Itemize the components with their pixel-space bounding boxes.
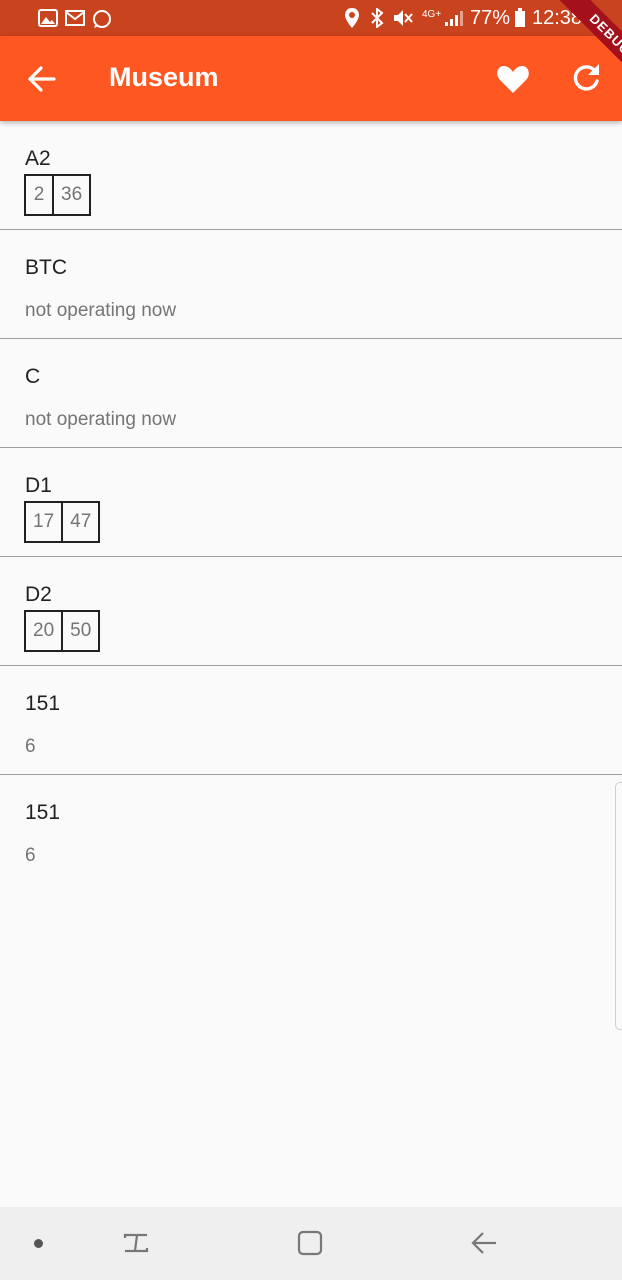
gmail-icon [65,10,85,26]
departure-times: 20 50 [24,610,101,652]
screen: 4G+ 77% 12:38 DEBUG Museum A2 2 36 BTC n… [0,0,622,1280]
route-name: 151 [25,801,61,824]
route-status: not operating now [25,300,177,321]
arrow-back-icon[interactable] [26,64,58,94]
battery-icon [515,8,525,27]
departure-times: 2 36 [24,174,92,216]
list-item[interactable]: D2 20 50 [0,557,622,666]
debug-banner: DEBUG [540,0,622,82]
departure-time-box: 47 [61,501,101,543]
route-name: BTC [25,256,67,279]
home-icon[interactable] [294,1227,326,1259]
route-status: not operating now [25,409,177,430]
mute-icon [394,10,413,26]
route-name: D2 [25,583,52,606]
route-name: D1 [25,474,52,497]
list-item[interactable]: C not operating now [0,339,622,448]
departure-time-box: 2 [24,174,54,216]
back-icon[interactable] [468,1227,500,1259]
dot-icon [34,1239,43,1248]
page-title: Museum [109,62,219,92]
list-item[interactable]: D1 17 47 [0,448,622,557]
battery-percent: 77% [470,7,511,29]
list-item[interactable]: BTC not operating now [0,230,622,339]
debug-banner-label: DEBUG [559,0,622,82]
route-list: A2 2 36 BTC not operating now C not oper… [0,121,622,884]
whatsapp-icon [93,10,111,28]
route-name: A2 [25,147,51,170]
departure-time-box: 20 [24,610,64,652]
app-bar: Museum [0,36,622,121]
departure-time-box: 36 [52,174,92,216]
list-item[interactable]: 151 6 [0,775,622,884]
departure-time-box: 17 [24,501,64,543]
route-status: 6 [25,845,36,866]
network-type-label: 4G+ [422,9,442,20]
list-item[interactable]: 151 6 [0,666,622,775]
list-item[interactable]: A2 2 36 [0,121,622,230]
route-name: 151 [25,692,61,715]
system-nav-bar [0,1207,622,1280]
gallery-icon [38,9,58,27]
bluetooth-icon [371,8,384,28]
heart-icon[interactable] [496,63,530,95]
scrollbar[interactable] [615,782,622,1030]
departure-times: 17 47 [24,501,101,543]
recent-apps-icon[interactable] [120,1227,152,1259]
route-status: 6 [25,736,36,757]
route-name: C [25,365,41,388]
location-icon [345,8,359,28]
signal-icon [445,11,463,26]
status-bar: 4G+ 77% 12:38 [0,0,622,36]
departure-time-box: 50 [61,610,101,652]
